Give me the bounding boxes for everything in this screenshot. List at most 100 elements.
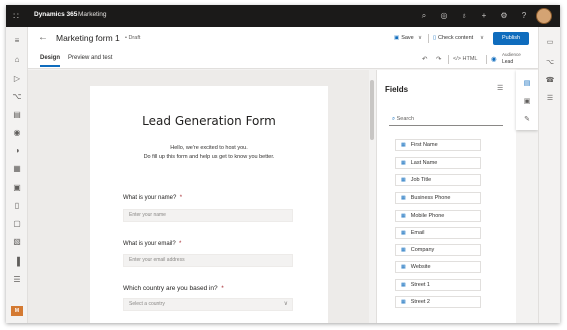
field-item[interactable]: ▦ Company — [395, 244, 481, 256]
save-label: Save — [401, 35, 414, 41]
avatar[interactable] — [536, 8, 552, 24]
calendar-icon[interactable]: ▣ — [10, 182, 24, 194]
field-grid-icon: ▦ — [401, 282, 406, 288]
home-icon[interactable]: ⌂ — [10, 54, 24, 66]
left-nav: ≡ ⌂ ▷ ⌥ ▤ ◉ ◑ ▦ ▣ ▯ ▢ ▧ ▐ ☰ M — [6, 27, 28, 323]
field-item[interactable]: ▦ Street 1 — [395, 279, 481, 291]
field-item[interactable]: ▦ Job Title — [395, 174, 481, 186]
panel-list-icon[interactable]: ☰ — [497, 84, 503, 92]
app-launcher-icon[interactable]: ∷ — [10, 10, 22, 22]
form-name[interactable]: Marketing form 1 — [56, 33, 120, 43]
phone-icon[interactable]: ☎ — [544, 75, 556, 87]
question-text: Which country are you based in? — [123, 285, 218, 292]
save-icon: ▣ — [394, 35, 400, 41]
flow-icon[interactable]: ⌥ — [10, 91, 24, 103]
app-window: ∷ Dynamics 365 Marketing ⌕ ◎ ♁ + ⚙ ? ≡ ⌂… — [6, 5, 560, 323]
audience-label: Audience — [502, 52, 521, 57]
field-label: Street 1 — [410, 282, 430, 288]
help-icon[interactable]: ? — [518, 10, 530, 22]
form-title[interactable]: Lead Generation Form — [90, 114, 328, 128]
country-select[interactable]: Select a country ∨ — [123, 298, 293, 311]
field-grid-icon: ▦ — [401, 142, 406, 148]
document-check-icon: ▯ — [433, 35, 437, 41]
field-grid-icon: ▦ — [401, 177, 406, 183]
plus-icon[interactable]: + — [478, 10, 490, 22]
tab-design[interactable]: Design — [40, 55, 61, 67]
form-icon[interactable]: ▧ — [10, 236, 24, 248]
question-email-label[interactable]: What is your email? * — [123, 241, 181, 247]
chevron-down-icon: ∨ — [283, 301, 288, 307]
field-item[interactable]: ▦ Website — [395, 261, 481, 273]
code-icon: </> — [453, 56, 461, 62]
page-icon[interactable]: ▢ — [10, 218, 24, 230]
name-input[interactable]: Enter your name — [123, 209, 293, 222]
tab-preview-and-test[interactable]: Preview and test — [68, 55, 112, 61]
redo-icon[interactable]: ↷ — [436, 55, 441, 63]
chat-icon[interactable]: ▭ — [544, 37, 556, 49]
save-button[interactable]: ▣ Save — [394, 35, 414, 41]
scrollbar-thumb[interactable] — [370, 80, 374, 140]
list-icon[interactable]: ☰ — [544, 93, 556, 105]
save-dropdown-chevron-icon[interactable]: ∨ — [418, 35, 422, 41]
field-label: Email — [410, 230, 425, 236]
chart-icon[interactable]: ▐ — [10, 256, 24, 268]
field-grid-icon: ▦ — [401, 264, 406, 270]
email-input[interactable]: Enter your email address — [123, 254, 293, 267]
fields-search-input[interactable]: ⌕ Search — [389, 112, 503, 126]
canvas-scrollbar[interactable] — [369, 70, 376, 323]
properties-tool-icon[interactable]: ✎ — [521, 114, 533, 126]
check-content-button[interactable]: ▯ Check content — [433, 35, 473, 41]
divider — [448, 55, 449, 64]
right-rail: ▭ ⌥ ☎ ☰ — [538, 27, 560, 323]
search-placeholder: Search — [396, 116, 415, 122]
pin-icon[interactable]: ◉ — [10, 127, 24, 139]
app-name[interactable]: Dynamics 365 — [34, 11, 77, 18]
field-label: Website — [410, 264, 431, 270]
intro-line-1: Hello, we're excited to host you. — [170, 145, 248, 151]
audience-value[interactable]: Lead — [502, 59, 513, 65]
list-icon[interactable]: ☰ — [10, 274, 24, 286]
back-arrow-icon[interactable]: ← — [38, 32, 48, 44]
check-content-chevron-icon[interactable]: ∨ — [480, 35, 484, 41]
html-button[interactable]: </> HTML — [453, 56, 477, 62]
field-label: Business Phone — [410, 195, 451, 201]
question-country-label[interactable]: Which country are you based in? * — [123, 285, 224, 292]
field-grid-icon: ▦ — [401, 160, 406, 166]
field-item[interactable]: ▦ Street 2 — [395, 296, 481, 308]
connect-icon[interactable]: ⌥ — [544, 57, 556, 69]
app-area[interactable]: Marketing — [78, 11, 107, 18]
field-item[interactable]: ▦ Mobile Phone — [395, 210, 481, 222]
field-grid-icon: ▦ — [401, 195, 406, 201]
search-icon[interactable]: ⌕ — [418, 10, 430, 22]
form-intro[interactable]: Hello, we're excited to host you. Do fil… — [90, 144, 328, 162]
target-icon[interactable]: ◎ — [438, 10, 450, 22]
area-badge[interactable]: M — [11, 306, 23, 316]
gear-icon[interactable]: ⚙ — [498, 10, 510, 22]
fields-tool-icon[interactable]: ▤ — [521, 78, 533, 90]
menu-icon[interactable]: ≡ — [10, 35, 24, 47]
html-label: HTML — [462, 56, 478, 62]
divider — [428, 34, 429, 43]
undo-icon[interactable]: ↶ — [422, 55, 427, 63]
library-icon[interactable]: ▤ — [10, 109, 24, 121]
panel-tool-rail: ▤ ▣ ✎ — [516, 70, 538, 130]
elements-tool-icon[interactable]: ▣ — [521, 96, 533, 108]
field-item[interactable]: ▦ Business Phone — [395, 192, 481, 204]
lightbulb-icon[interactable]: ♁ — [458, 10, 470, 22]
divider — [486, 55, 487, 64]
play-icon[interactable]: ▷ — [10, 73, 24, 85]
field-item[interactable]: ▦ Email — [395, 227, 481, 239]
field-item[interactable]: ▦ First Name — [395, 139, 481, 151]
publish-button[interactable]: Publish — [493, 32, 529, 45]
field-label: Last Name — [410, 160, 438, 166]
grid-icon[interactable]: ▦ — [10, 163, 24, 175]
field-item[interactable]: ▦ Last Name — [395, 157, 481, 169]
segment-icon[interactable]: ◑ — [10, 145, 24, 157]
required-marker: * — [221, 285, 224, 292]
question-text: What is your name? — [123, 195, 177, 201]
audience-icon: ◉ — [491, 56, 497, 63]
question-name-label[interactable]: What is your name? * — [123, 195, 182, 201]
document-icon[interactable]: ▯ — [10, 200, 24, 212]
fields-panel: Fields ☰ ⌕ Search ▦ First Name ▦ Last Name… — [376, 70, 516, 323]
required-marker: * — [179, 195, 183, 201]
